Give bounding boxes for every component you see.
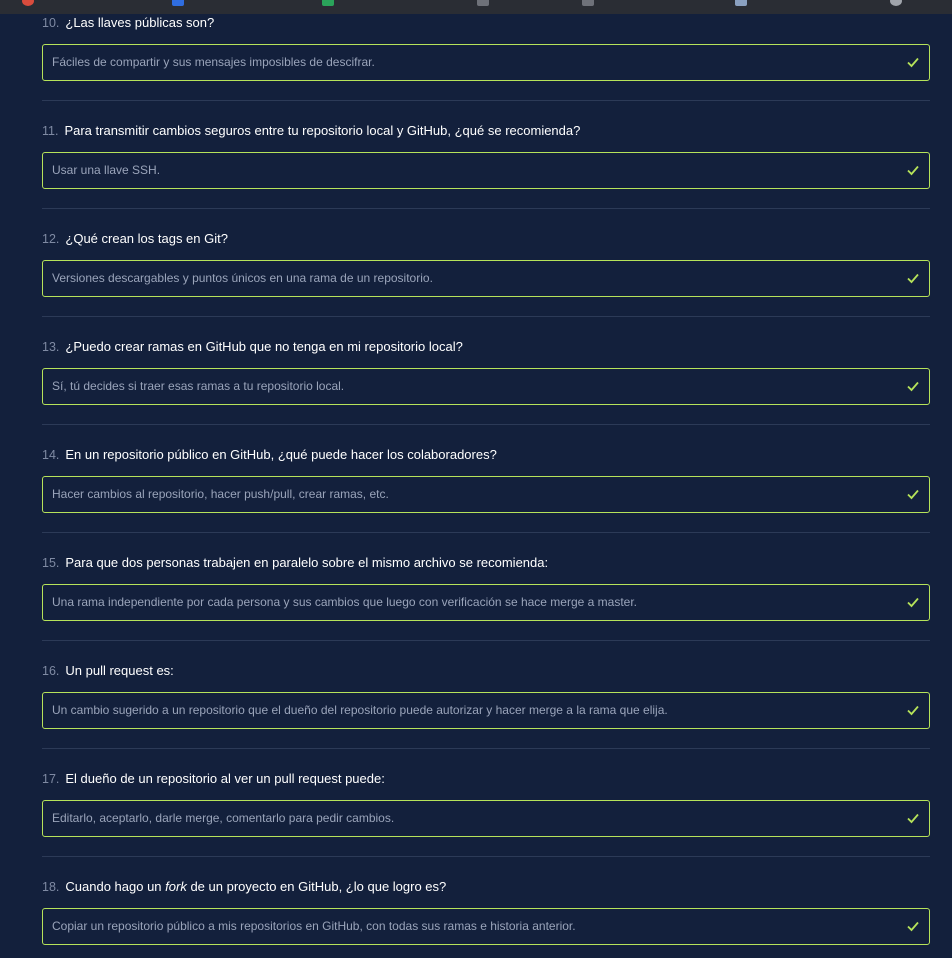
question-number: 10. bbox=[42, 16, 60, 30]
answer-option-selected[interactable]: Sí, tú decides si traer esas ramas a tu … bbox=[42, 368, 930, 405]
question-title: 11. Para transmitir cambios seguros entre… bbox=[42, 121, 580, 141]
question-title: 18. Cuando hago un fork de un proyecto en… bbox=[42, 877, 446, 897]
answer-text: Fáciles de compartir y sus mensajes impo… bbox=[52, 55, 375, 69]
check-icon bbox=[907, 489, 919, 500]
question-text: Cuando hago un fork de un proyecto en Gi… bbox=[65, 879, 446, 894]
question-text: ¿Qué crean los tags en Git? bbox=[65, 231, 228, 246]
question-title: 13. ¿Puedo crear ramas en GitHub que no t… bbox=[42, 337, 463, 357]
answer-text: Sí, tú decides si traer esas ramas a tu … bbox=[52, 379, 345, 393]
question-text: Para que dos personas trabajen en parale… bbox=[65, 555, 549, 570]
question-text: El dueño de un repositorio al ver un pul… bbox=[65, 771, 385, 786]
question-title: 14. En un repositorio público en GitHub, … bbox=[42, 445, 497, 465]
answer-option-selected[interactable]: Una rama independiente por cada persona … bbox=[42, 584, 930, 621]
question-text: En un repositorio público en GitHub, ¿qu… bbox=[65, 447, 497, 462]
check-icon bbox=[907, 705, 919, 716]
answer-option-selected[interactable]: Editarlo, aceptarlo, darle merge, coment… bbox=[42, 800, 930, 837]
bookmark-icon[interactable] bbox=[322, 0, 334, 6]
bookmark-icon[interactable] bbox=[890, 0, 902, 6]
divider bbox=[42, 424, 930, 425]
answer-option-selected[interactable]: Hacer cambios al repositorio, hacer push… bbox=[42, 476, 930, 513]
question-title: 17. El dueño de un repositorio al ver un … bbox=[42, 769, 385, 789]
divider bbox=[42, 100, 930, 101]
question-number: 16. bbox=[42, 664, 60, 678]
answer-text: Un cambio sugerido a un repositorio que … bbox=[52, 703, 668, 717]
answer-option-selected[interactable]: Versiones descargables y puntos únicos e… bbox=[42, 260, 930, 297]
check-icon bbox=[907, 813, 919, 824]
question-text-emphasis: fork bbox=[165, 879, 187, 894]
divider bbox=[42, 640, 930, 641]
question-number: 12. bbox=[42, 232, 60, 246]
divider bbox=[42, 316, 930, 317]
question-text: ¿Las llaves públicas son? bbox=[65, 15, 215, 30]
question-number: 13. bbox=[42, 340, 60, 354]
question-number: 17. bbox=[42, 772, 60, 786]
answer-text: Versiones descargables y puntos únicos e… bbox=[52, 271, 433, 285]
question-title: 16. Un pull request es: bbox=[42, 661, 174, 681]
answer-text: Una rama independiente por cada persona … bbox=[52, 595, 638, 609]
divider bbox=[42, 748, 930, 749]
bookmark-icon[interactable] bbox=[477, 0, 489, 6]
divider bbox=[42, 532, 930, 533]
answer-option-selected[interactable]: Fáciles de compartir y sus mensajes impo… bbox=[42, 44, 930, 81]
question-text-part: de un proyecto en GitHub, ¿lo que logro … bbox=[186, 879, 447, 894]
answer-text: Hacer cambios al repositorio, hacer push… bbox=[52, 487, 389, 501]
question-text-part: Cuando hago un bbox=[65, 879, 166, 894]
answer-text: Usar una llave SSH. bbox=[52, 163, 161, 177]
question-number: 11. bbox=[42, 124, 59, 138]
answer-option-selected[interactable]: Copiar un repositorio público a mis repo… bbox=[42, 908, 930, 945]
check-icon bbox=[907, 921, 919, 932]
check-icon bbox=[907, 165, 919, 176]
divider bbox=[42, 856, 930, 857]
check-icon bbox=[907, 273, 919, 284]
answer-text: Copiar un repositorio público a mis repo… bbox=[52, 919, 576, 933]
check-icon bbox=[907, 57, 919, 68]
question-title: 15. Para que dos personas trabajen en par… bbox=[42, 553, 548, 573]
answer-text: Editarlo, aceptarlo, darle merge, coment… bbox=[52, 811, 395, 825]
check-icon bbox=[907, 597, 919, 608]
question-text: Para transmitir cambios seguros entre tu… bbox=[64, 123, 581, 138]
question-number: 14. bbox=[42, 448, 60, 462]
bookmark-icon[interactable] bbox=[22, 0, 34, 6]
question-title: 12. ¿Qué crean los tags en Git? bbox=[42, 229, 228, 249]
question-number: 18. bbox=[42, 880, 60, 894]
bookmark-icon[interactable] bbox=[172, 0, 184, 6]
bookmark-icon[interactable] bbox=[582, 0, 594, 6]
answer-option-selected[interactable]: Un cambio sugerido a un repositorio que … bbox=[42, 692, 930, 729]
question-title: 10. ¿Las llaves públicas son? bbox=[42, 13, 214, 33]
question-text: Un pull request es: bbox=[65, 663, 174, 678]
divider bbox=[42, 208, 930, 209]
browser-bookmarks-bar bbox=[0, 0, 952, 14]
question-number: 15. bbox=[42, 556, 60, 570]
bookmark-icon[interactable] bbox=[735, 0, 747, 6]
answer-option-selected[interactable]: Usar una llave SSH. bbox=[42, 152, 930, 189]
check-icon bbox=[907, 381, 919, 392]
question-text: ¿Puedo crear ramas en GitHub que no teng… bbox=[65, 339, 463, 354]
